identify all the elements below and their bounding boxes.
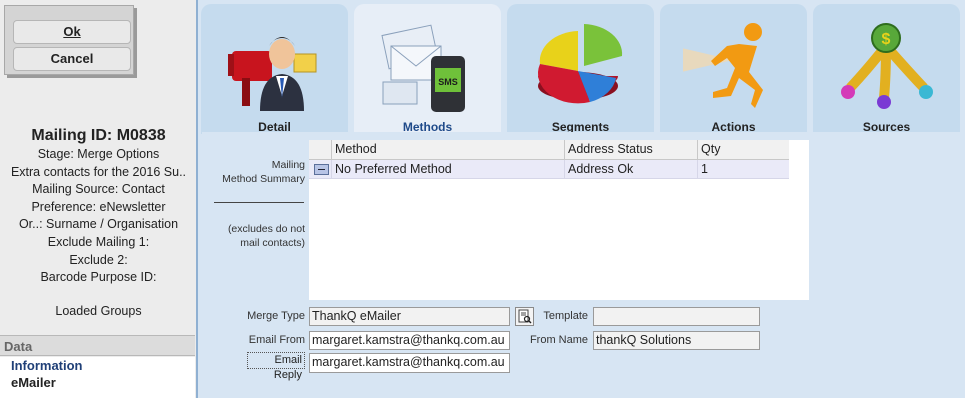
mailbox-person-icon	[228, 37, 317, 111]
cell-address-status: Address Ok	[564, 160, 697, 178]
ok-button[interactable]: Ok	[13, 20, 131, 44]
from-name-field[interactable]: thankQ Solutions	[593, 331, 760, 350]
template-field[interactable]	[593, 307, 760, 326]
method-summary-label: Mailing Method Summary	[214, 158, 305, 186]
excludes-note: (excludes do not mail contacts)	[214, 222, 305, 250]
email-reply-field[interactable]: margaret.kamstra@thankq.com.au	[309, 353, 510, 373]
data-item-information[interactable]: Information	[0, 357, 195, 374]
cancel-button[interactable]: Cancel	[13, 47, 131, 71]
from-name-label: From Name	[529, 334, 588, 346]
money-sources-icon: $	[841, 23, 933, 109]
collapse-icon[interactable]	[314, 164, 329, 175]
merge-type-field[interactable]: ThankQ eMailer	[309, 307, 510, 326]
method-summary-grid: Method Address Status Qty No Preferred M…	[309, 140, 809, 300]
sms-mail-icon: SMS	[381, 24, 465, 112]
row-expand-cell[interactable]	[309, 160, 331, 178]
svg-text:$: $	[882, 31, 891, 48]
mailing-id: Mailing ID: M0838	[31, 127, 166, 144]
merge-type-picker-button[interactable]	[515, 307, 534, 326]
excludes-note-line1: (excludes do not	[227, 223, 305, 235]
data-panel-list: Information eMailer	[0, 357, 195, 398]
column-qty[interactable]: Qty	[697, 140, 789, 159]
running-figure-icon	[683, 23, 763, 108]
method-summary-label-line2: Method Summary	[222, 173, 305, 185]
method-summary-label-line1: Mailing	[271, 159, 305, 171]
email-from-label: Email From	[248, 334, 305, 346]
mailing-barcode-purpose: Barcode Purpose ID:	[40, 270, 157, 285]
summary-divider	[214, 202, 304, 203]
email-from-field[interactable]: margaret.kamstra@thankq.com.au	[309, 331, 510, 350]
mailing-order: Or..: Surname / Organisation	[18, 217, 179, 232]
data-panel-header[interactable]: Data	[0, 335, 195, 356]
grid-header: Method Address Status Qty	[309, 140, 789, 160]
merge-type-label: Merge Type	[247, 310, 305, 322]
tab-detail[interactable]: Detail	[201, 4, 348, 134]
mailing-exclude-1: Exclude Mailing 1:	[47, 234, 150, 249]
mailing-preference: Preference: eNewsletter	[31, 199, 166, 214]
email-reply-button[interactable]: Email Reply	[247, 352, 305, 381]
mailing-info: Mailing ID: M0838 Stage: Merge Options E…	[0, 126, 197, 287]
table-row[interactable]: No Preferred Method Address Ok 1	[309, 160, 789, 179]
svg-text:SMS: SMS	[438, 77, 458, 87]
column-method[interactable]: Method	[331, 140, 564, 159]
dialog-button-box: Ok Cancel	[4, 5, 134, 75]
data-item-emailer[interactable]: eMailer	[0, 374, 195, 391]
left-panel: Ok Cancel Mailing ID: M0838 Stage: Merge…	[0, 0, 197, 398]
template-label: Template	[543, 310, 588, 322]
cell-method: No Preferred Method	[331, 160, 564, 178]
mailing-stage: Stage: Merge Options	[37, 147, 160, 161]
tab-actions[interactable]: Actions	[660, 4, 807, 134]
document-search-icon	[518, 309, 532, 324]
loaded-groups-label: Loaded Groups	[55, 304, 142, 318]
pie-chart-icon	[537, 24, 623, 104]
tab-segments[interactable]: Segments	[507, 4, 654, 134]
mailing-description: Extra contacts for the 2016 Su..	[10, 164, 187, 179]
column-address-status[interactable]: Address Status	[564, 140, 697, 159]
mailing-source: Mailing Source: Contact	[32, 182, 165, 197]
grid-header-corner	[309, 140, 331, 159]
cell-qty: 1	[697, 160, 789, 178]
mailing-exclude-2: Exclude 2:	[69, 252, 128, 267]
tab-methods[interactable]: SMS Methods	[354, 4, 501, 134]
tab-sources[interactable]: $ Sources	[813, 4, 960, 134]
excludes-note-line2: mail contacts)	[240, 237, 305, 249]
